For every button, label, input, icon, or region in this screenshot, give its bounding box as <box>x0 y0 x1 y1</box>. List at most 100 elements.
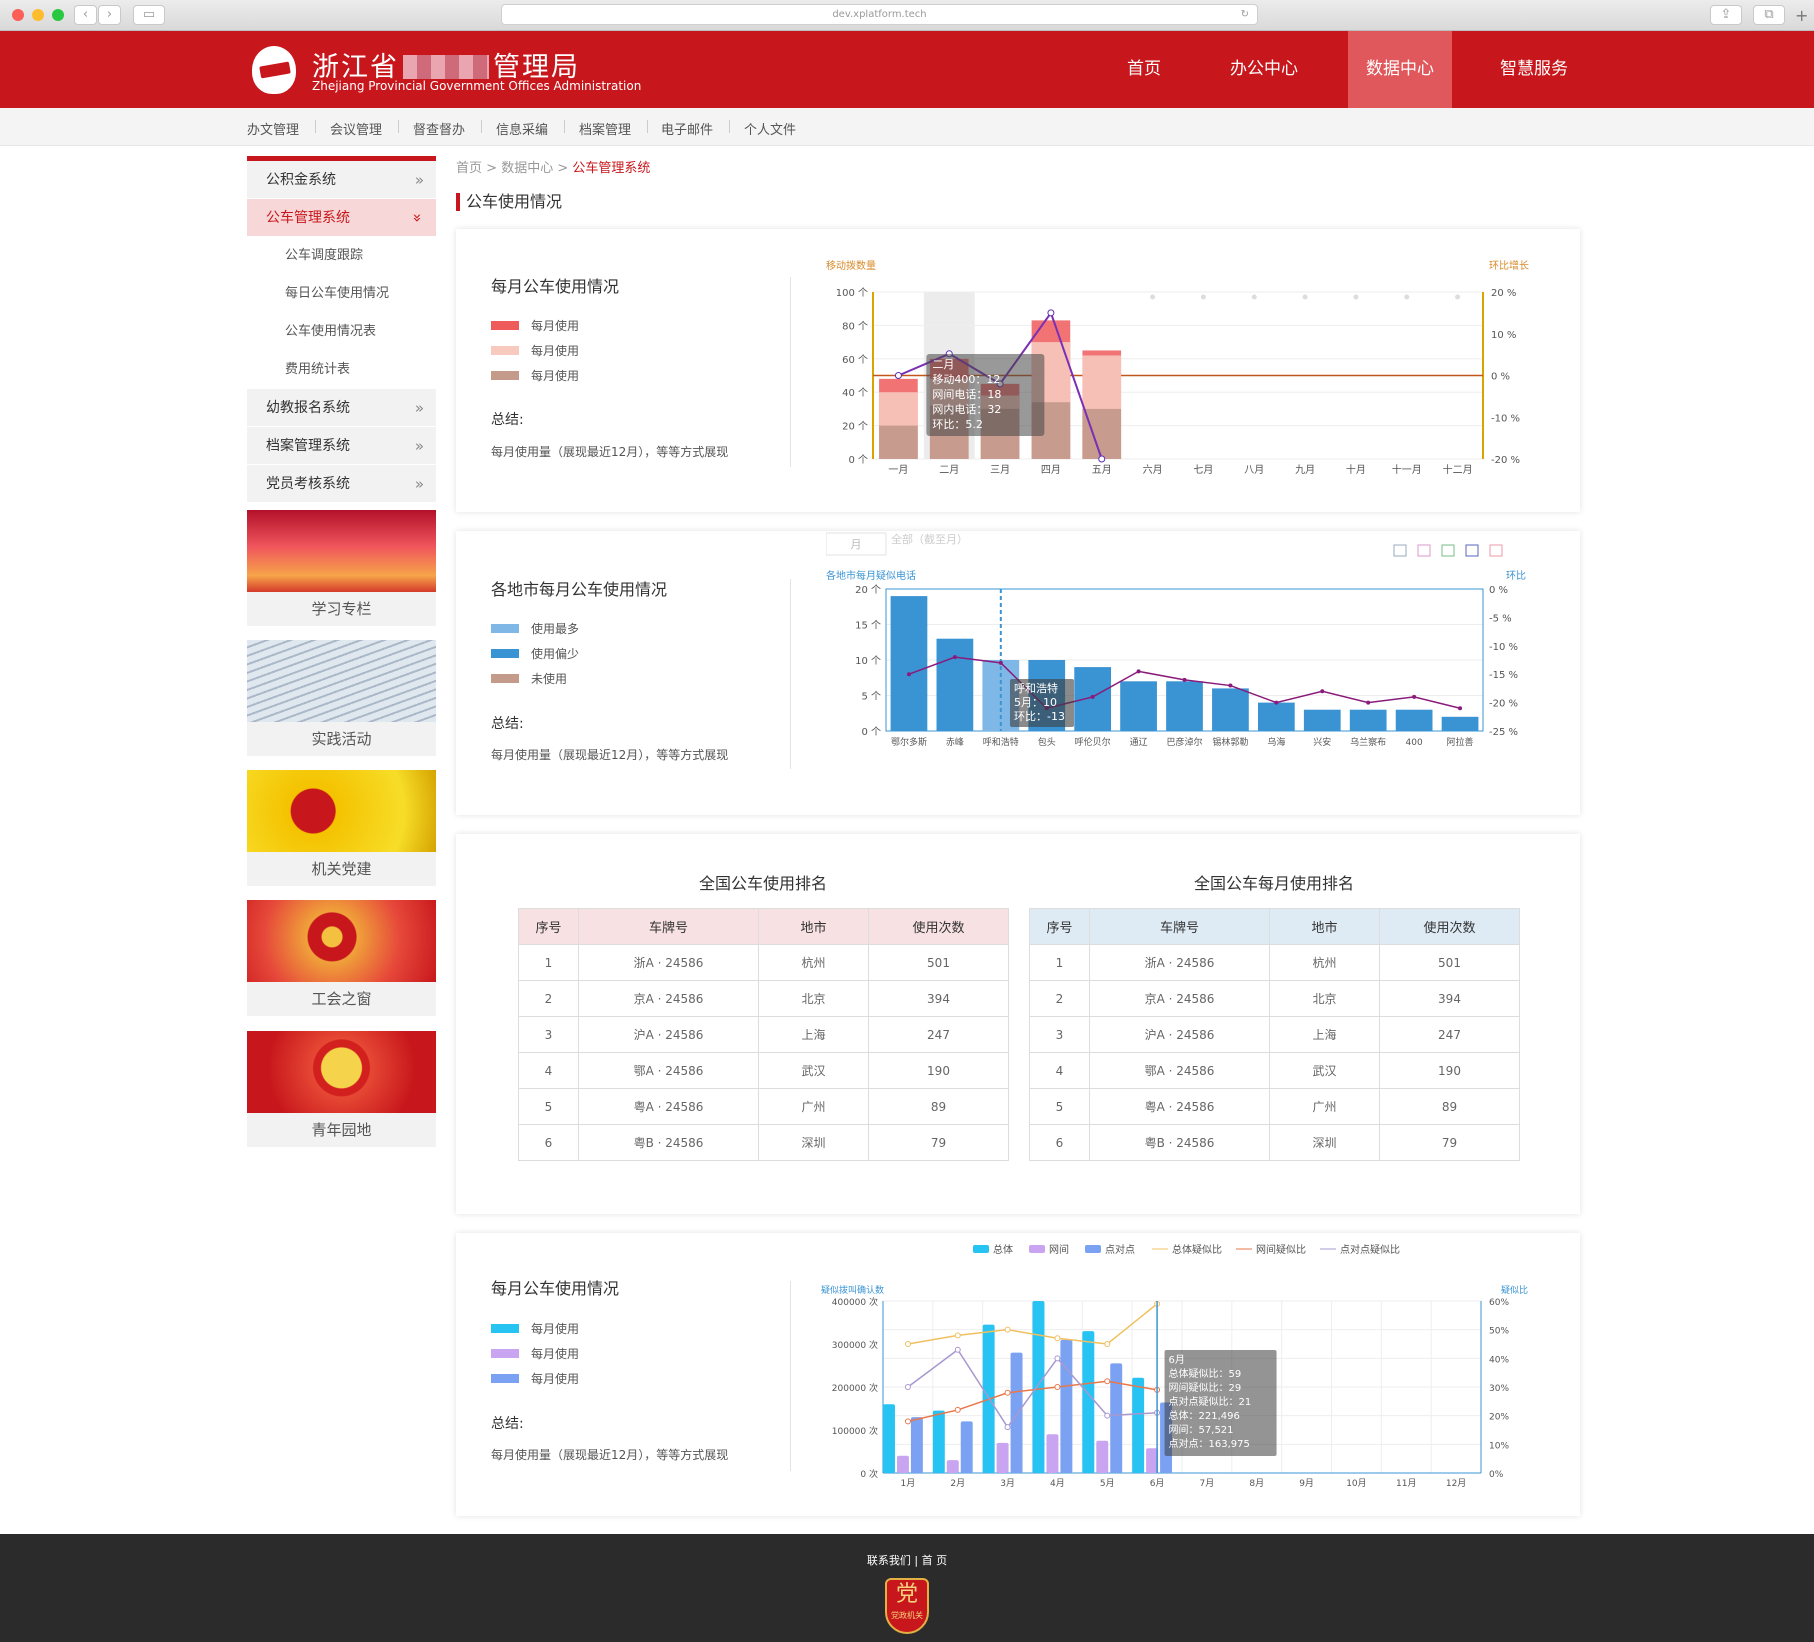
nav-home[interactable]: 首页 <box>1103 31 1185 108</box>
minimize-window-button[interactable] <box>32 9 44 21</box>
sidebar-item-fund[interactable]: 公积金系统 » <box>247 161 436 199</box>
ratio-point[interactable] <box>1054 1355 1061 1362</box>
ratio-point[interactable] <box>1182 677 1187 682</box>
sidebar-item-car[interactable]: 公车管理系统 » <box>247 199 436 237</box>
bar[interactable] <box>1146 1448 1159 1473</box>
subnav-info[interactable]: 信息采编 <box>496 119 548 138</box>
bar[interactable] <box>896 1455 909 1473</box>
bar[interactable] <box>890 596 928 731</box>
url-bar[interactable]: dev.xplatform.tech ↻ <box>501 4 1258 25</box>
bar[interactable] <box>1074 667 1112 731</box>
chart-monthly-suspected[interactable]: 总体 网间 点对点 总体疑似比 网间疑似比 点对点疑似比疑似拨叫确认数 疑似比 400000 … <box>821 1243 1571 1513</box>
nav-smart-service[interactable]: 智慧服务 <box>1486 31 1582 108</box>
refresh-icon[interactable] <box>1465 544 1479 557</box>
ratio-point[interactable] <box>1004 1424 1011 1431</box>
bar[interactable] <box>960 1421 973 1473</box>
sidebar-sub-cost[interactable]: 费用统计表 <box>247 351 436 389</box>
bar[interactable] <box>1395 709 1433 731</box>
table-row[interactable]: 1 浙A · 24586 杭州 501 <box>518 944 1009 981</box>
table-row[interactable]: 3 沪A · 24586 上海 247 <box>1029 1016 1520 1053</box>
legend-label[interactable]: 点对点疑似比 <box>1340 1243 1400 1256</box>
legend-label[interactable]: 点对点 <box>1105 1243 1135 1256</box>
table-row[interactable]: 6 粤B · 24586 深圳 79 <box>1029 1124 1520 1161</box>
legend-label[interactable]: 总体 <box>993 1243 1013 1256</box>
ratio-point[interactable] <box>1458 706 1463 711</box>
ratio-point[interactable] <box>1104 1412 1111 1419</box>
bar-icon[interactable] <box>1441 544 1455 557</box>
table-row[interactable]: 5 粤A · 24586 广州 89 <box>1029 1088 1520 1125</box>
maximize-window-button[interactable] <box>52 9 64 21</box>
bar[interactable] <box>1212 688 1249 731</box>
bar[interactable] <box>1082 408 1122 459</box>
table-row[interactable]: 3 沪A · 24586 上海 247 <box>518 1016 1009 1053</box>
sidebar-sub-table[interactable]: 公车使用情况表 <box>247 313 436 351</box>
promo-study[interactable]: 学习专栏 <box>247 510 436 626</box>
promo-youth[interactable]: 青年园地 <box>247 1031 436 1147</box>
sidebar-item-party[interactable]: 党员考核系统 » <box>247 465 436 503</box>
legend-label[interactable]: 网间疑似比 <box>1256 1243 1306 1256</box>
ratio-point[interactable] <box>1366 700 1371 705</box>
ratio-point[interactable] <box>1090 694 1095 699</box>
subnav-email[interactable]: 电子邮件 <box>661 119 713 138</box>
bar[interactable] <box>932 1410 945 1473</box>
ratio-point[interactable] <box>954 1346 961 1353</box>
site-logo[interactable] <box>252 46 296 94</box>
share-icon[interactable]: ⇪ <box>1710 5 1742 25</box>
growth-point[interactable] <box>1098 455 1106 463</box>
table-row[interactable]: 1 浙A · 24586 杭州 501 <box>1029 944 1520 981</box>
ratio-point[interactable] <box>952 655 957 660</box>
ratio-point[interactable] <box>906 672 911 677</box>
legend-swatch[interactable] <box>1085 1245 1101 1253</box>
sidebar-item-kids[interactable]: 幼教报名系统 » <box>247 389 436 427</box>
back-icon[interactable]: ‹ <box>74 5 97 25</box>
chart-monthly-usage[interactable]: 移动拨数量 环比增长 100 个 80 个 60 个 40 个 20 个 0 个 20 % 10 … <box>826 254 1566 484</box>
tabs-icon[interactable]: ⧉ <box>1753 5 1785 25</box>
breadcrumb-home[interactable]: 首页 <box>456 161 482 176</box>
bar[interactable] <box>1032 1301 1045 1473</box>
ratio-point[interactable] <box>1228 683 1233 688</box>
bar[interactable] <box>1303 709 1341 731</box>
promo-union[interactable]: 工会之窗 <box>247 900 436 1016</box>
reload-icon[interactable]: ↻ <box>1241 5 1249 25</box>
bar[interactable] <box>996 1442 1009 1473</box>
ratio-point[interactable] <box>1320 689 1325 694</box>
bar[interactable] <box>1441 716 1479 731</box>
sidebar-item-archive[interactable]: 档案管理系统 » <box>247 427 436 465</box>
ratio-point[interactable] <box>1054 1335 1061 1342</box>
bar[interactable] <box>936 638 974 731</box>
bar[interactable] <box>1132 1377 1145 1473</box>
promo-practice[interactable]: 实践活动 <box>247 640 436 756</box>
bar[interactable] <box>946 1460 959 1473</box>
bar[interactable] <box>883 1404 895 1473</box>
tab-all[interactable]: 全部（截至月） <box>891 532 968 546</box>
ratio-point[interactable] <box>1104 1341 1111 1347</box>
line-icon[interactable] <box>1417 544 1431 557</box>
breadcrumb-data-center[interactable]: 数据中心 <box>501 161 553 176</box>
table-row[interactable]: 2 京A · 24586 北京 394 <box>518 980 1009 1017</box>
promo-party[interactable]: 机关党建 <box>247 770 436 886</box>
ratio-point[interactable] <box>1412 694 1417 699</box>
chart-city-usage[interactable]: 月 全部（截至月） 各地市每月疑似电话 环比 20 个 15 个 10 个 5 个 0 个 0 %… <box>826 531 1566 786</box>
subnav-personal[interactable]: 个人文件 <box>744 119 796 138</box>
ratio-point[interactable] <box>1104 1378 1111 1385</box>
pencil-icon[interactable] <box>1393 544 1407 557</box>
ratio-point[interactable] <box>998 660 1003 665</box>
bar[interactable] <box>1096 1440 1109 1473</box>
bar[interactable] <box>1082 1331 1095 1473</box>
ratio-point[interactable] <box>954 1332 961 1339</box>
bar[interactable] <box>1046 1434 1059 1473</box>
bar[interactable] <box>1010 1352 1023 1473</box>
table-row[interactable]: 2 京A · 24586 北京 394 <box>1029 980 1520 1017</box>
legend-label[interactable]: 总体疑似比 <box>1172 1243 1222 1256</box>
growth-point[interactable] <box>1047 309 1055 317</box>
new-tab-icon[interactable]: + <box>1795 6 1808 25</box>
ratio-point[interactable] <box>1274 700 1279 705</box>
subnav-meeting[interactable]: 会议管理 <box>330 119 382 138</box>
bar[interactable] <box>1120 681 1157 731</box>
sidebar-sub-dispatch[interactable]: 公车调度跟踪 <box>247 237 436 275</box>
sidebar-sub-daily[interactable]: 每日公车使用情况 <box>247 275 436 313</box>
close-window-button[interactable] <box>12 9 24 21</box>
party-gov-badge[interactable]: 党 党政机关 <box>885 1578 929 1634</box>
bar[interactable] <box>1166 681 1203 731</box>
table-row[interactable]: 5 粤A · 24586 广州 89 <box>518 1088 1009 1125</box>
